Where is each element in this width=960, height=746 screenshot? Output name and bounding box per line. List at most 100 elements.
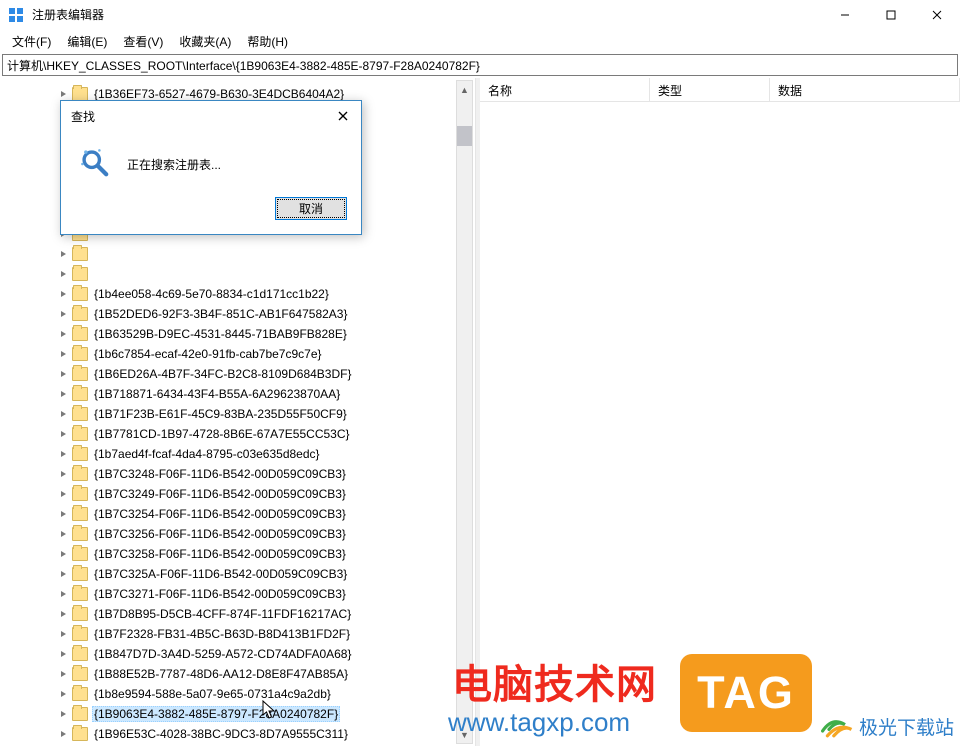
expand-icon[interactable]	[58, 248, 70, 260]
expand-icon[interactable]	[58, 628, 70, 640]
tree-item[interactable]: {1b6c7854-ecaf-42e0-91fb-cab7be7c9c7e}	[0, 344, 475, 364]
expand-icon[interactable]	[58, 288, 70, 300]
minimize-button[interactable]	[822, 0, 868, 30]
expand-icon[interactable]	[58, 328, 70, 340]
tree-item[interactable]: {1B7C3256-F06F-11D6-B542-00D059C09CB3}	[0, 524, 475, 544]
tree-item[interactable]: {1B7C3249-F06F-11D6-B542-00D059C09CB3}	[0, 484, 475, 504]
tree-scrollbar[interactable]: ▲ ▼	[456, 80, 473, 744]
expand-icon[interactable]	[58, 388, 70, 400]
tree-item[interactable]: {1B7C3258-F06F-11D6-B542-00D059C09CB3}	[0, 544, 475, 564]
tree-item-label: {1B9063E4-3882-485E-8797-F28A0240782F}	[92, 706, 340, 722]
tree-item[interactable]	[0, 244, 475, 264]
scroll-down-icon[interactable]: ▼	[457, 726, 472, 743]
folder-icon	[72, 427, 88, 441]
expand-icon[interactable]	[58, 408, 70, 420]
expand-icon[interactable]	[58, 468, 70, 480]
cancel-button[interactable]: 取消	[275, 197, 347, 220]
expand-icon[interactable]	[58, 548, 70, 560]
app-icon	[8, 7, 24, 23]
expand-icon[interactable]	[58, 508, 70, 520]
folder-icon	[72, 707, 88, 721]
menu-edit[interactable]: 编辑(E)	[59, 31, 115, 52]
expand-icon[interactable]	[58, 588, 70, 600]
tree-item-label: {1B7781CD-1B97-4728-8B6E-67A7E55CC53C}	[92, 427, 352, 441]
expand-icon[interactable]	[58, 688, 70, 700]
expand-icon[interactable]	[58, 348, 70, 360]
expand-icon[interactable]	[58, 528, 70, 540]
tree-item[interactable]: {1B52DED6-92F3-3B4F-851C-AB1F647582A3}	[0, 304, 475, 324]
tree-item-label: {1b6c7854-ecaf-42e0-91fb-cab7be7c9c7e}	[92, 347, 324, 361]
list-pane[interactable]: 名称 类型 数据	[480, 78, 960, 746]
tree-item[interactable]: {1B7D8B95-D5CB-4CFF-874F-11FDF16217AC}	[0, 604, 475, 624]
expand-icon[interactable]	[58, 88, 70, 100]
tree-item-label: {1B36EF73-6527-4679-B630-3E4DCB6404A2}	[92, 87, 346, 101]
scroll-thumb[interactable]	[457, 126, 472, 146]
dialog-title: 查找	[71, 108, 95, 125]
dialog-close-button[interactable]	[327, 104, 359, 128]
folder-icon	[72, 287, 88, 301]
tree-item[interactable]: {1B7C325A-F06F-11D6-B542-00D059C09CB3}	[0, 564, 475, 584]
tree-item[interactable]: {1B6ED26A-4B7F-34FC-B2C8-8109D684B3DF}	[0, 364, 475, 384]
expand-icon[interactable]	[58, 728, 70, 740]
maximize-button[interactable]	[868, 0, 914, 30]
tree-item[interactable]: {1b4ee058-4c69-5e70-8834-c1d171cc1b22}	[0, 284, 475, 304]
address-bar[interactable]: 计算机\HKEY_CLASSES_ROOT\Interface\{1B9063E…	[2, 54, 958, 76]
expand-icon[interactable]	[58, 488, 70, 500]
dialog-titlebar[interactable]: 查找	[61, 101, 361, 131]
menu-file[interactable]: 文件(F)	[4, 31, 59, 52]
tree-item[interactable]: {1B7C3248-F06F-11D6-B542-00D059C09CB3}	[0, 464, 475, 484]
expand-icon[interactable]	[58, 648, 70, 660]
tree-item[interactable]	[0, 264, 475, 284]
tree-item[interactable]: {1B7781CD-1B97-4728-8B6E-67A7E55CC53C}	[0, 424, 475, 444]
menu-view[interactable]: 查看(V)	[115, 31, 171, 52]
tree-item[interactable]: {1B63529B-D9EC-4531-8445-71BAB9FB828E}	[0, 324, 475, 344]
tree-item[interactable]: {1B7C3254-F06F-11D6-B542-00D059C09CB3}	[0, 504, 475, 524]
tree-item-label: {1B6ED26A-4B7F-34FC-B2C8-8109D684B3DF}	[92, 367, 353, 381]
tree-item-label: {1B71F23B-E61F-45C9-83BA-235D55F50CF9}	[92, 407, 349, 421]
col-name[interactable]: 名称	[480, 78, 650, 101]
menu-favorites[interactable]: 收藏夹(A)	[171, 31, 239, 52]
address-text: 计算机\HKEY_CLASSES_ROOT\Interface\{1B9063E…	[7, 57, 480, 74]
expand-icon[interactable]	[58, 568, 70, 580]
expand-icon[interactable]	[58, 448, 70, 460]
tree-item[interactable]: {1b7aed4f-fcaf-4da4-8795-c03e635d8edc}	[0, 444, 475, 464]
expand-icon[interactable]	[58, 368, 70, 380]
col-type[interactable]: 类型	[650, 78, 770, 101]
tree-item[interactable]: {1b8e9594-588e-5a07-9e65-0731a4c9a2db}	[0, 684, 475, 704]
menu-bar: 文件(F) 编辑(E) 查看(V) 收藏夹(A) 帮助(H)	[0, 30, 960, 52]
col-data[interactable]: 数据	[770, 78, 960, 101]
folder-icon	[72, 347, 88, 361]
tree-item-label: {1B718871-6434-43F4-B55A-6A29623870AA}	[92, 387, 342, 401]
folder-icon	[72, 727, 88, 741]
expand-icon[interactable]	[58, 308, 70, 320]
tree-item-label: {1B7C3256-F06F-11D6-B542-00D059C09CB3}	[92, 527, 348, 541]
tree-item-label: {1B7C325A-F06F-11D6-B542-00D059C09CB3}	[92, 567, 349, 581]
tree-item[interactable]: {1B96E53C-4028-38BC-9DC3-8D7A9555C311}	[0, 724, 475, 744]
expand-icon[interactable]	[58, 428, 70, 440]
expand-icon[interactable]	[58, 668, 70, 680]
menu-help[interactable]: 帮助(H)	[239, 31, 296, 52]
tree-item[interactable]: {1B88E52B-7787-48D6-AA12-D8E8F47AB85A}	[0, 664, 475, 684]
tree-item[interactable]: {1B718871-6434-43F4-B55A-6A29623870AA}	[0, 384, 475, 404]
window-titlebar: 注册表编辑器	[0, 0, 960, 30]
folder-icon	[72, 467, 88, 481]
expand-icon[interactable]	[58, 268, 70, 280]
tree-item[interactable]: {1B71F23B-E61F-45C9-83BA-235D55F50CF9}	[0, 404, 475, 424]
find-dialog: 查找 正在搜索注册表... 取消	[60, 100, 362, 235]
search-icon	[79, 147, 113, 181]
folder-icon	[72, 267, 88, 281]
close-button[interactable]	[914, 0, 960, 30]
tree-item-label: {1B96E53C-4028-38BC-9DC3-8D7A9555C311}	[92, 727, 350, 741]
tree-item[interactable]: {1B847D7D-3A4D-5259-A572-CD74ADFA0A68}	[0, 644, 475, 664]
tree-item[interactable]: {1B7F2328-FB31-4B5C-B63D-B8D413B1FD2F}	[0, 624, 475, 644]
tree-item[interactable]: {1B7C3271-F06F-11D6-B542-00D059C09CB3}	[0, 584, 475, 604]
expand-icon[interactable]	[58, 608, 70, 620]
window-title: 注册表编辑器	[32, 6, 104, 23]
tree-item-label: {1B847D7D-3A4D-5259-A572-CD74ADFA0A68}	[92, 647, 354, 661]
expand-icon[interactable]	[58, 708, 70, 720]
tree-item[interactable]: {1B9063E4-3882-485E-8797-F28A0240782F}	[0, 704, 475, 724]
tree-item-label: {1B52DED6-92F3-3B4F-851C-AB1F647582A3}	[92, 307, 350, 321]
folder-icon	[72, 87, 88, 101]
scroll-up-icon[interactable]: ▲	[457, 81, 472, 98]
tree-item-label: {1B7C3258-F06F-11D6-B542-00D059C09CB3}	[92, 547, 348, 561]
